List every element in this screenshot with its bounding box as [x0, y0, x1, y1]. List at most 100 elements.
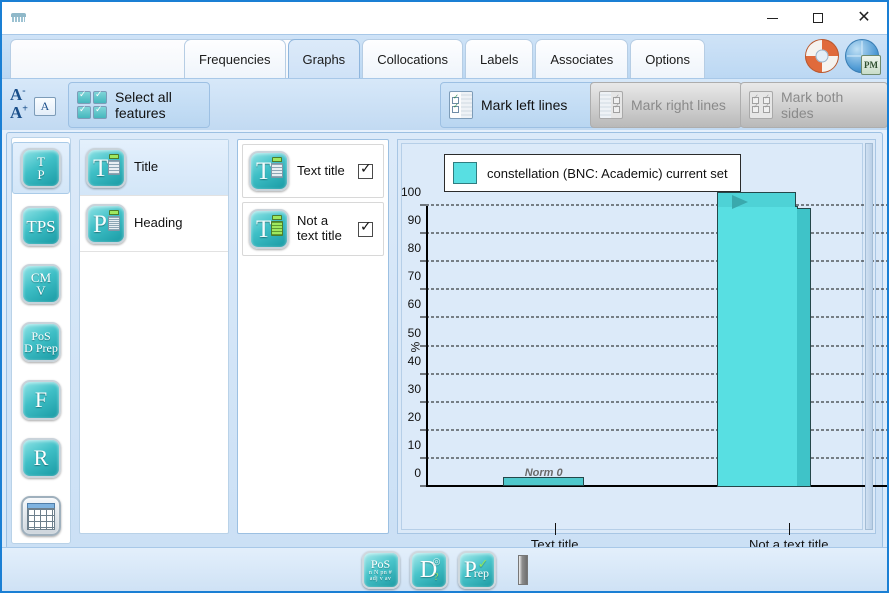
- pos-dprep-icon: PoS D Prep: [21, 322, 61, 362]
- tp-line2: P: [37, 167, 45, 182]
- content-area: T P TPS CM V PoS D Prep F R T Title P He…: [6, 132, 887, 552]
- value-list-panel: T Text title T Not a text title: [237, 139, 389, 534]
- r-icon-text: R: [33, 445, 49, 470]
- tab-frequencies[interactable]: Frequencies: [184, 39, 286, 79]
- list-item[interactable]: T Text title: [242, 144, 384, 198]
- top-right-icon-group: PM: [805, 39, 881, 75]
- bottom-toolbar: PoS n N pn # adj v av D ◎ ? P rep ✓: [2, 547, 887, 591]
- bar-not-a-text-title[interactable]: [717, 192, 812, 487]
- tps-icon: TPS: [21, 206, 61, 246]
- tab-graphs[interactable]: Graphs: [287, 39, 361, 79]
- heading-doc-icon: P: [86, 203, 126, 244]
- dictionary-button[interactable]: D ◎ ?: [409, 550, 448, 589]
- font-increase-button[interactable]: A+: [10, 103, 28, 123]
- font-decrease-button[interactable]: A-: [10, 85, 26, 105]
- table-icon: [21, 496, 61, 536]
- bar-arrow-marker: [732, 195, 749, 209]
- not-a-text-title-icon: T: [249, 209, 289, 249]
- at-icon: ◎: [432, 555, 441, 566]
- tab-labels[interactable]: Labels: [465, 39, 534, 79]
- bar-value-label: Norm 0: [524, 467, 563, 479]
- pos-dprep-icon-text: PoS D Prep: [24, 330, 58, 354]
- sidebar-item-tp[interactable]: T P: [12, 142, 70, 194]
- mark-both-sides-label: Mark both sides: [781, 88, 844, 121]
- text-title-icon: T: [249, 151, 289, 191]
- y-tick-60: 60: [407, 297, 421, 312]
- font-decrease-sup: -: [22, 85, 26, 97]
- list-item[interactable]: T Not a text title: [242, 202, 384, 256]
- tp-icon: T P: [21, 148, 61, 188]
- list-item[interactable]: T Title: [80, 140, 228, 196]
- tab-collocations[interactable]: Collocations: [362, 39, 464, 79]
- mark-left-icon: [449, 91, 473, 119]
- y-tick-70: 70: [407, 269, 421, 284]
- value-checkbox[interactable]: [358, 219, 373, 237]
- y-tick-90: 90: [407, 213, 421, 228]
- app-icon: [10, 10, 28, 26]
- y-tick-40: 40: [407, 353, 421, 368]
- cmv-line2: V: [36, 283, 46, 298]
- y-tick-100: 100: [400, 185, 421, 199]
- chart-canvas: constellation (BNC: Academic) current se…: [401, 143, 887, 552]
- feature-label: Title: [134, 159, 159, 175]
- prep-button[interactable]: P rep ✓: [457, 550, 496, 589]
- pos-line-3: adj v av: [369, 575, 392, 582]
- plot-area: % 100 90 80 70 60 50 40 30 20 10 0 Norm …: [401, 185, 887, 552]
- tab-strip: Frequencies Graphs Collocations Labels A…: [2, 34, 887, 79]
- help-lifering-icon[interactable]: [805, 39, 839, 73]
- legend-swatch: [453, 162, 477, 184]
- tab-options[interactable]: Options: [630, 39, 706, 79]
- tp-icon-text: T P: [37, 155, 45, 181]
- check-icon: ✓: [477, 556, 489, 572]
- bar-top-face: [717, 192, 797, 207]
- y-tick-20: 20: [407, 409, 421, 424]
- value-label: Not a text title: [297, 213, 342, 243]
- select-all-features-button[interactable]: Select all features: [68, 82, 210, 128]
- pos-line-1: PoS: [370, 556, 391, 571]
- tab-list: Frequencies Graphs Collocations Labels A…: [184, 39, 706, 79]
- list-item[interactable]: P Heading: [80, 196, 228, 252]
- pos-tags-button[interactable]: PoS n N pn # adj v av: [361, 550, 400, 589]
- value-checkbox[interactable]: [358, 161, 373, 179]
- maximize-button[interactable]: [795, 2, 841, 34]
- close-button[interactable]: ✕: [841, 2, 887, 34]
- sidebar-item-table[interactable]: [12, 490, 70, 542]
- pos-line2: D Prep: [24, 341, 58, 355]
- sidebar-item-pos-dprep[interactable]: PoS D Prep: [12, 316, 70, 368]
- y-axis-label: %: [408, 341, 423, 352]
- tab-associates[interactable]: Associates: [535, 39, 629, 79]
- chart-vertical-scrollbar[interactable]: [865, 143, 873, 530]
- select-all-features-label: Select all features: [115, 88, 172, 121]
- font-size-controls: A- A+ A: [8, 85, 64, 127]
- y-tick-80: 80: [407, 241, 421, 256]
- tool-rail: T P TPS CM V PoS D Prep F R: [11, 137, 71, 544]
- mark-both-sides-button: Mark both sides: [740, 82, 887, 128]
- sidebar-item-tps[interactable]: TPS: [12, 200, 70, 252]
- font-select-button[interactable]: A: [34, 97, 56, 116]
- mark-both-icon: [749, 91, 773, 119]
- y-tick-50: 50: [407, 325, 421, 340]
- application-window: ✕ Frequencies Graphs Collocations Labels…: [0, 0, 889, 593]
- feature-label: Heading: [134, 215, 183, 231]
- globe-pm-icon[interactable]: PM: [845, 39, 881, 75]
- y-axis-line: [426, 206, 428, 487]
- question-icon: ?: [434, 571, 439, 583]
- cmv-icon: CM V: [21, 264, 61, 304]
- value-label: Text title: [297, 162, 345, 178]
- bar-text-title[interactable]: Norm 0: [503, 467, 585, 486]
- y-tick-10: 10: [407, 437, 421, 452]
- sidebar-item-f[interactable]: F: [12, 374, 70, 426]
- cmv-icon-text: CM V: [31, 271, 51, 297]
- chart-panel: constellation (BNC: Academic) current se…: [397, 139, 887, 552]
- mark-left-lines-button[interactable]: Mark left lines: [440, 82, 612, 128]
- mark-right-lines-label: Mark right lines: [631, 96, 726, 113]
- mark-right-lines-button: Mark right lines: [590, 82, 742, 128]
- feature-list-panel: T Title P Heading: [79, 139, 229, 534]
- checkbox-grid-icon: [77, 89, 107, 119]
- splitter-handle[interactable]: [517, 554, 528, 585]
- sidebar-item-r[interactable]: R: [12, 432, 70, 484]
- x-axis-line: [426, 485, 887, 487]
- sidebar-item-cmv[interactable]: CM V: [12, 258, 70, 310]
- minimize-button[interactable]: [749, 2, 795, 34]
- y-tick-0: 0: [414, 466, 421, 480]
